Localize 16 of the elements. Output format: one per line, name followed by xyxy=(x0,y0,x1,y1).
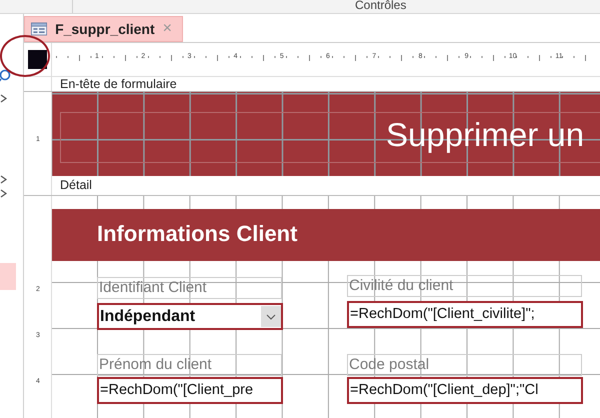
ribbon-group-label: Contrôles xyxy=(355,0,406,12)
highlight-ellipse xyxy=(0,35,50,77)
form-icon xyxy=(31,21,48,37)
dropdown-icon[interactable] xyxy=(261,306,281,327)
section-bar-label[interactable]: Détail xyxy=(52,176,92,195)
form-title: Supprimer un xyxy=(386,116,584,154)
combo-box[interactable]: Indépendant xyxy=(97,303,283,330)
chevron-icon[interactable] xyxy=(0,94,8,103)
band-title: Informations Client xyxy=(97,221,298,247)
text-field[interactable]: =RechDom("[Client_dep]";"Cl xyxy=(347,377,583,404)
text-field[interactable]: =RechDom("[Client_pre xyxy=(97,377,283,404)
text-field[interactable]: =RechDom("[Client_civilite]"; xyxy=(347,301,583,328)
search-icon[interactable] xyxy=(0,69,13,84)
form-selector[interactable] xyxy=(28,50,47,69)
document-tab[interactable]: F_suppr_client × xyxy=(24,16,183,42)
section-bar-label[interactable]: En-tête de formulaire xyxy=(52,77,177,91)
